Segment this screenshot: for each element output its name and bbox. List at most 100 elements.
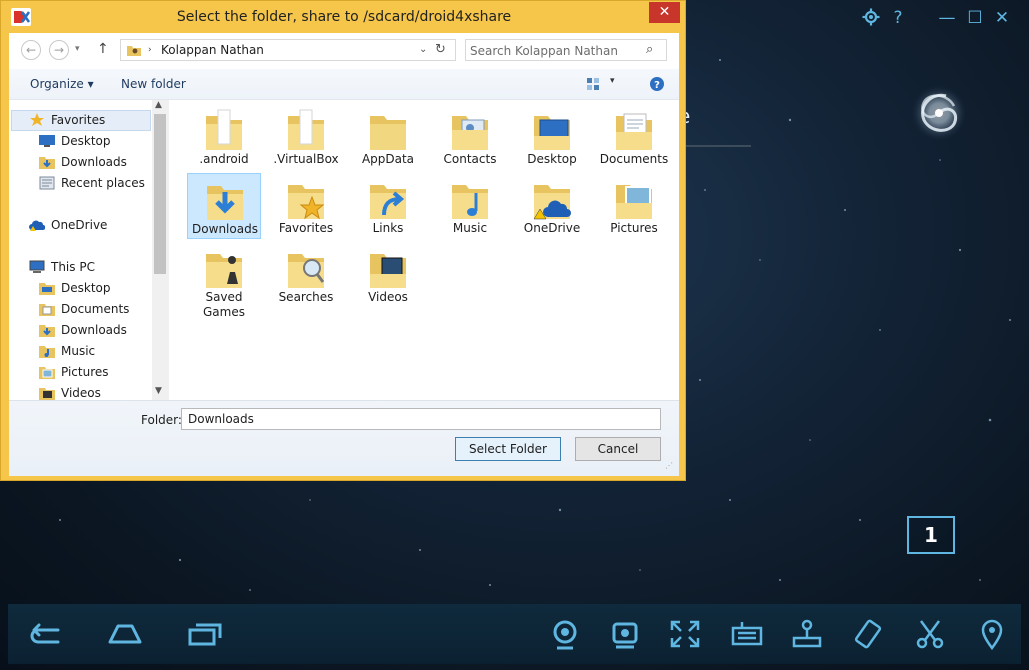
- scrollbar-thumb[interactable]: [154, 114, 166, 274]
- folder-music[interactable]: Music: [433, 173, 507, 239]
- folder-label: Favorites: [278, 221, 334, 235]
- organize-button[interactable]: Organize ▾: [30, 77, 94, 91]
- downloads-folder-icon: [39, 323, 55, 337]
- fullscreen-icon[interactable]: [668, 618, 702, 650]
- downloads-folder-icon: [207, 186, 243, 220]
- pictures-folder-icon: [39, 365, 55, 379]
- folder-field-label: Folder:: [141, 413, 182, 427]
- nav-onedrive[interactable]: OneDrive: [11, 215, 151, 235]
- nav-pc-desktop[interactable]: Desktop: [11, 278, 151, 298]
- search-icon[interactable]: ⌕: [646, 42, 653, 57]
- videos-folder-icon: [370, 254, 406, 288]
- page-indicator[interactable]: 1: [907, 516, 955, 554]
- dialog-footer: Folder: Select Folder Cancel ⋰: [9, 400, 679, 476]
- scroll-up-icon[interactable]: ▲: [155, 100, 162, 110]
- folder-android[interactable]: .android: [187, 104, 261, 170]
- nav-recent-places[interactable]: Recent places: [11, 173, 151, 193]
- help-icon[interactable]: ?: [649, 76, 665, 92]
- folder-virtualbox[interactable]: .VirtualBox: [269, 104, 343, 170]
- folder-field[interactable]: [181, 408, 661, 430]
- folder-view: .android .VirtualBox AppData Contacts De…: [171, 100, 679, 400]
- folder-searches[interactable]: Searches: [269, 242, 343, 308]
- nav-favorites-label: Favorites: [51, 113, 106, 127]
- nav-pc-pictures[interactable]: Pictures: [11, 362, 151, 382]
- nav-downloads[interactable]: Downloads: [11, 152, 151, 172]
- forward-arrow-icon[interactable]: →: [49, 40, 69, 60]
- nav-this-pc-label: This PC: [51, 260, 95, 274]
- search-input[interactable]: [468, 41, 642, 61]
- nav-pc-downloads[interactable]: Downloads: [11, 320, 151, 340]
- nav-downloads-label: Downloads: [61, 155, 127, 169]
- nav-this-pc[interactable]: This PC: [11, 257, 151, 277]
- folder-desktop[interactable]: Desktop: [515, 104, 589, 170]
- emulator-toolbar: [8, 604, 1021, 664]
- address-dropdown-icon[interactable]: ⌄: [419, 40, 427, 60]
- folder-links[interactable]: Links: [351, 173, 425, 239]
- music-folder-icon: [39, 344, 55, 358]
- star-icon: [29, 113, 45, 127]
- pictures-folder-icon: [616, 185, 652, 219]
- refresh-icon[interactable]: ↻: [435, 40, 446, 60]
- folder-label: Searches: [278, 290, 334, 304]
- folder-appdata[interactable]: AppData: [351, 104, 425, 170]
- joystick-icon[interactable]: [790, 618, 824, 650]
- nav-pc-music[interactable]: Music: [11, 341, 151, 361]
- folder-favorites[interactable]: Favorites: [269, 173, 343, 239]
- up-arrow-icon[interactable]: ↑: [97, 41, 109, 57]
- folder-onedrive[interactable]: OneDrive: [515, 173, 589, 239]
- galaxy-icon[interactable]: [908, 82, 970, 144]
- recent-places-icon: [39, 176, 55, 190]
- nav-pc-documents-label: Documents: [61, 302, 130, 316]
- nav-pc-desktop-label: Desktop: [61, 281, 111, 295]
- new-folder-button[interactable]: New folder: [121, 77, 186, 91]
- folder-label: Music: [452, 221, 488, 235]
- screenshot-scissors-icon[interactable]: [913, 618, 947, 650]
- search-box[interactable]: ⌕: [465, 39, 667, 61]
- view-dropdown-icon[interactable]: ▾: [610, 76, 615, 86]
- navigation-scrollbar[interactable]: ▲ ▼: [152, 100, 169, 400]
- nav-favorites[interactable]: Favorites: [11, 110, 151, 130]
- nav-pc-documents[interactable]: Documents: [11, 299, 151, 319]
- folder-icon: [206, 109, 242, 150]
- address-path[interactable]: Kolappan Nathan: [161, 40, 264, 60]
- minimize-button[interactable]: —: [937, 8, 957, 28]
- dialog-close-button[interactable]: ✕: [649, 2, 680, 23]
- view-options-icon[interactable]: [586, 77, 600, 91]
- home-icon[interactable]: [108, 618, 142, 650]
- nav-desktop[interactable]: Desktop: [11, 131, 151, 151]
- shake-icon[interactable]: [608, 618, 642, 650]
- camera-icon[interactable]: [548, 618, 582, 650]
- select-folder-button[interactable]: Select Folder: [455, 437, 561, 461]
- folder-label: OneDrive: [523, 221, 581, 235]
- help-button[interactable]: ?: [888, 8, 908, 28]
- gear-icon[interactable]: [861, 8, 881, 28]
- nav-pc-videos[interactable]: Videos: [11, 383, 151, 400]
- divider: [686, 145, 751, 147]
- folder-videos[interactable]: Videos: [351, 242, 425, 308]
- back-icon[interactable]: [28, 618, 62, 650]
- downloads-folder-icon: [39, 155, 55, 169]
- folder-label: Videos: [368, 290, 408, 304]
- recent-apps-icon[interactable]: [188, 618, 222, 650]
- folder-downloads[interactable]: Downloads: [187, 173, 261, 239]
- folder-contacts[interactable]: Contacts: [433, 104, 507, 170]
- rotate-icon[interactable]: [851, 618, 885, 650]
- maximize-button[interactable]: ☐: [965, 8, 985, 28]
- resize-grip-icon[interactable]: ⋰: [665, 461, 673, 470]
- close-button[interactable]: ✕: [992, 8, 1012, 28]
- folder-documents[interactable]: Documents: [597, 104, 671, 170]
- nav-pc-downloads-label: Downloads: [61, 323, 127, 337]
- contacts-folder-icon: [452, 116, 488, 150]
- dialog-toolbar: Organize ▾ New folder ▾ ?: [9, 69, 679, 100]
- keyboard-icon[interactable]: [730, 618, 764, 650]
- location-pin-icon[interactable]: [975, 618, 1009, 651]
- scroll-down-icon[interactable]: ▼: [155, 386, 162, 396]
- folder-pictures[interactable]: Pictures: [597, 173, 671, 239]
- back-arrow-icon[interactable]: ←: [21, 40, 41, 60]
- recent-locations-chevron-icon[interactable]: ▾: [75, 44, 80, 54]
- folder-saved-games[interactable]: Saved Games: [187, 242, 261, 326]
- address-bar[interactable]: › Kolappan Nathan ⌄ ↻: [120, 39, 456, 61]
- favorites-folder-icon: [288, 185, 325, 220]
- dialog-title: Select the folder, share to /sdcard/droi…: [176, 9, 512, 25]
- cancel-button[interactable]: Cancel: [575, 437, 661, 461]
